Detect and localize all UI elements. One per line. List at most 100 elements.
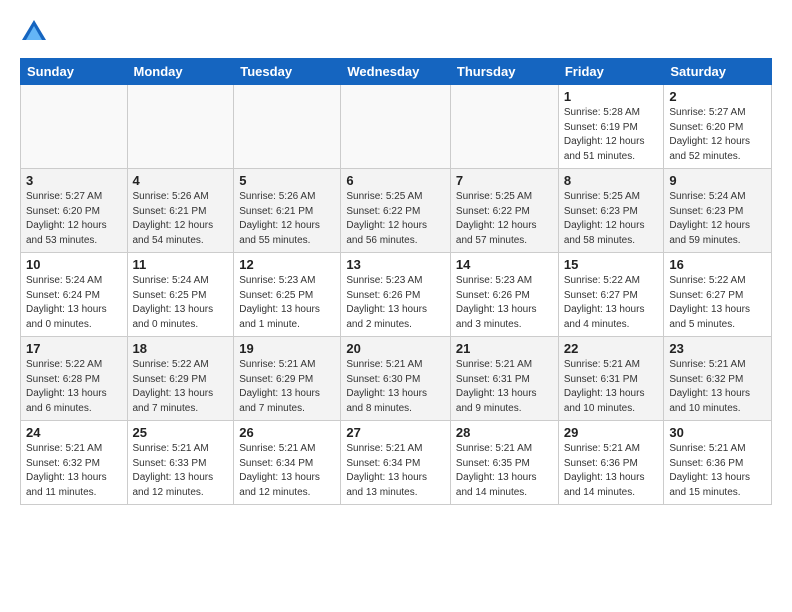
day-number: 2 — [669, 89, 766, 104]
day-info: Sunrise: 5:21 AM Sunset: 6:33 PM Dayligh… — [133, 442, 229, 500]
day-info: Sunrise: 5:25 AM Sunset: 6:22 PM Dayligh… — [456, 190, 553, 248]
day-info: Sunrise: 5:21 AM Sunset: 6:29 PM Dayligh… — [239, 358, 335, 416]
calendar-cell: 28 Sunrise: 5:21 AM Sunset: 6:35 PM Dayli… — [450, 421, 558, 505]
calendar-cell: 24 Sunrise: 5:21 AM Sunset: 6:32 PM Dayli… — [21, 421, 128, 505]
day-number: 6 — [346, 173, 445, 188]
day-number: 16 — [669, 257, 766, 272]
calendar-cell — [341, 85, 451, 169]
day-number: 9 — [669, 173, 766, 188]
day-number: 22 — [564, 341, 659, 356]
day-number: 13 — [346, 257, 445, 272]
weekday-header-tuesday: Tuesday — [234, 59, 341, 85]
day-number: 27 — [346, 425, 445, 440]
day-info: Sunrise: 5:21 AM Sunset: 6:34 PM Dayligh… — [239, 442, 335, 500]
calendar: SundayMondayTuesdayWednesdayThursdayFrid… — [20, 58, 772, 505]
calendar-cell: 17 Sunrise: 5:22 AM Sunset: 6:28 PM Dayli… — [21, 337, 128, 421]
calendar-cell: 18 Sunrise: 5:22 AM Sunset: 6:29 PM Dayli… — [127, 337, 234, 421]
day-info: Sunrise: 5:22 AM Sunset: 6:27 PM Dayligh… — [564, 274, 659, 332]
day-number: 11 — [133, 257, 229, 272]
calendar-cell: 15 Sunrise: 5:22 AM Sunset: 6:27 PM Dayli… — [558, 253, 664, 337]
day-info: Sunrise: 5:27 AM Sunset: 6:20 PM Dayligh… — [669, 106, 766, 164]
day-info: Sunrise: 5:22 AM Sunset: 6:29 PM Dayligh… — [133, 358, 229, 416]
day-number: 14 — [456, 257, 553, 272]
calendar-cell: 1 Sunrise: 5:28 AM Sunset: 6:19 PM Daylig… — [558, 85, 664, 169]
calendar-cell: 16 Sunrise: 5:22 AM Sunset: 6:27 PM Dayli… — [664, 253, 772, 337]
day-number: 10 — [26, 257, 122, 272]
calendar-cell: 2 Sunrise: 5:27 AM Sunset: 6:20 PM Daylig… — [664, 85, 772, 169]
day-info: Sunrise: 5:27 AM Sunset: 6:20 PM Dayligh… — [26, 190, 122, 248]
day-info: Sunrise: 5:24 AM Sunset: 6:24 PM Dayligh… — [26, 274, 122, 332]
day-number: 25 — [133, 425, 229, 440]
calendar-cell: 14 Sunrise: 5:23 AM Sunset: 6:26 PM Dayli… — [450, 253, 558, 337]
day-number: 4 — [133, 173, 229, 188]
calendar-cell: 6 Sunrise: 5:25 AM Sunset: 6:22 PM Daylig… — [341, 169, 451, 253]
weekday-header-thursday: Thursday — [450, 59, 558, 85]
calendar-cell: 29Sunrise: 5:21 AM Sunset: 6:36 PM Dayli… — [558, 421, 664, 505]
day-info: Sunrise: 5:23 AM Sunset: 6:26 PM Dayligh… — [346, 274, 445, 332]
day-info: Sunrise: 5:21 AM Sunset: 6:31 PM Dayligh… — [456, 358, 553, 416]
day-number: 30 — [669, 425, 766, 440]
calendar-cell: 8Sunrise: 5:25 AM Sunset: 6:23 PM Daylig… — [558, 169, 664, 253]
weekday-header-wednesday: Wednesday — [341, 59, 451, 85]
day-number: 3 — [26, 173, 122, 188]
day-number: 29 — [564, 425, 659, 440]
day-number: 18 — [133, 341, 229, 356]
day-number: 19 — [239, 341, 335, 356]
calendar-cell: 3 Sunrise: 5:27 AM Sunset: 6:20 PM Daylig… — [21, 169, 128, 253]
logo — [20, 18, 52, 46]
calendar-cell: 5Sunrise: 5:26 AM Sunset: 6:21 PM Daylig… — [234, 169, 341, 253]
day-info: Sunrise: 5:24 AM Sunset: 6:23 PM Dayligh… — [669, 190, 766, 248]
day-info: Sunrise: 5:21 AM Sunset: 6:34 PM Dayligh… — [346, 442, 445, 500]
week-row-2: 3 Sunrise: 5:27 AM Sunset: 6:20 PM Daylig… — [21, 169, 772, 253]
logo-icon — [20, 18, 48, 46]
calendar-cell: 11Sunrise: 5:24 AM Sunset: 6:25 PM Dayli… — [127, 253, 234, 337]
calendar-cell: 23 Sunrise: 5:21 AM Sunset: 6:32 PM Dayli… — [664, 337, 772, 421]
calendar-cell: 20 Sunrise: 5:21 AM Sunset: 6:30 PM Dayli… — [341, 337, 451, 421]
day-number: 28 — [456, 425, 553, 440]
calendar-cell: 30Sunrise: 5:21 AM Sunset: 6:36 PM Dayli… — [664, 421, 772, 505]
calendar-cell: 12 Sunrise: 5:23 AM Sunset: 6:25 PM Dayli… — [234, 253, 341, 337]
day-info: Sunrise: 5:21 AM Sunset: 6:31 PM Dayligh… — [564, 358, 659, 416]
calendar-cell: 22 Sunrise: 5:21 AM Sunset: 6:31 PM Dayli… — [558, 337, 664, 421]
day-number: 7 — [456, 173, 553, 188]
day-info: Sunrise: 5:26 AM Sunset: 6:21 PM Dayligh… — [239, 190, 335, 248]
week-row-3: 10 Sunrise: 5:24 AM Sunset: 6:24 PM Dayli… — [21, 253, 772, 337]
day-info: Sunrise: 5:21 AM Sunset: 6:35 PM Dayligh… — [456, 442, 553, 500]
day-number: 21 — [456, 341, 553, 356]
weekday-header-sunday: Sunday — [21, 59, 128, 85]
day-info: Sunrise: 5:21 AM Sunset: 6:32 PM Dayligh… — [26, 442, 122, 500]
day-number: 12 — [239, 257, 335, 272]
day-info: Sunrise: 5:21 AM Sunset: 6:32 PM Dayligh… — [669, 358, 766, 416]
weekday-header-row: SundayMondayTuesdayWednesdayThursdayFrid… — [21, 59, 772, 85]
calendar-cell — [234, 85, 341, 169]
calendar-cell: 21 Sunrise: 5:21 AM Sunset: 6:31 PM Dayli… — [450, 337, 558, 421]
calendar-cell: 4 Sunrise: 5:26 AM Sunset: 6:21 PM Daylig… — [127, 169, 234, 253]
day-number: 23 — [669, 341, 766, 356]
calendar-cell: 26 Sunrise: 5:21 AM Sunset: 6:34 PM Dayli… — [234, 421, 341, 505]
day-info: Sunrise: 5:23 AM Sunset: 6:26 PM Dayligh… — [456, 274, 553, 332]
day-info: Sunrise: 5:23 AM Sunset: 6:25 PM Dayligh… — [239, 274, 335, 332]
calendar-cell — [127, 85, 234, 169]
calendar-cell: 10 Sunrise: 5:24 AM Sunset: 6:24 PM Dayli… — [21, 253, 128, 337]
weekday-header-monday: Monday — [127, 59, 234, 85]
day-number: 17 — [26, 341, 122, 356]
day-number: 1 — [564, 89, 659, 104]
calendar-cell — [21, 85, 128, 169]
day-info: Sunrise: 5:28 AM Sunset: 6:19 PM Dayligh… — [564, 106, 659, 164]
day-info: Sunrise: 5:25 AM Sunset: 6:22 PM Dayligh… — [346, 190, 445, 248]
calendar-cell: 13 Sunrise: 5:23 AM Sunset: 6:26 PM Dayli… — [341, 253, 451, 337]
day-number: 26 — [239, 425, 335, 440]
page: SundayMondayTuesdayWednesdayThursdayFrid… — [0, 0, 792, 515]
day-info: Sunrise: 5:21 AM Sunset: 6:30 PM Dayligh… — [346, 358, 445, 416]
day-number: 20 — [346, 341, 445, 356]
day-info: Sunrise: 5:22 AM Sunset: 6:27 PM Dayligh… — [669, 274, 766, 332]
day-number: 24 — [26, 425, 122, 440]
calendar-cell: 27 Sunrise: 5:21 AM Sunset: 6:34 PM Dayli… — [341, 421, 451, 505]
day-info: Sunrise: 5:22 AM Sunset: 6:28 PM Dayligh… — [26, 358, 122, 416]
week-row-1: 1 Sunrise: 5:28 AM Sunset: 6:19 PM Daylig… — [21, 85, 772, 169]
day-info: Sunrise: 5:25 AM Sunset: 6:23 PM Dayligh… — [564, 190, 659, 248]
calendar-cell: 9 Sunrise: 5:24 AM Sunset: 6:23 PM Daylig… — [664, 169, 772, 253]
header — [20, 18, 772, 46]
day-info: Sunrise: 5:26 AM Sunset: 6:21 PM Dayligh… — [133, 190, 229, 248]
day-number: 15 — [564, 257, 659, 272]
